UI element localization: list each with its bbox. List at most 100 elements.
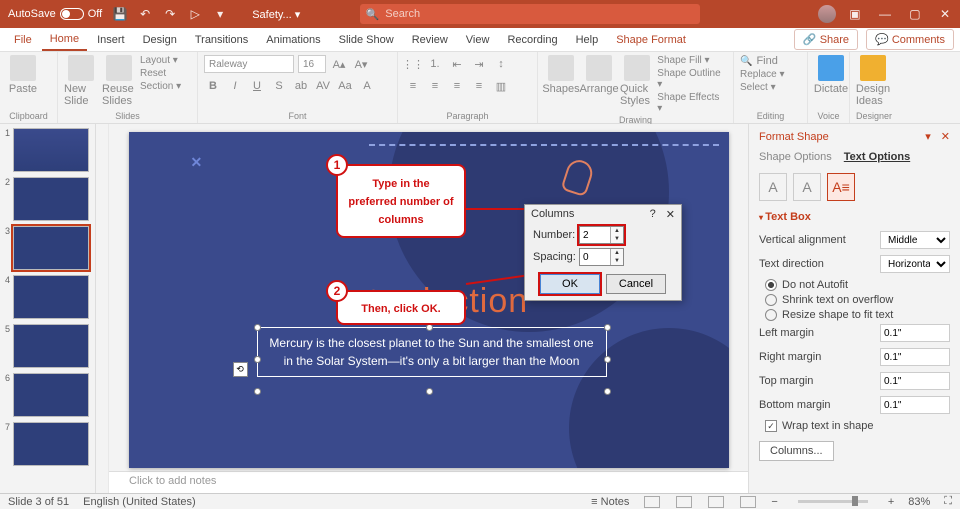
shape-outline-button[interactable]: Shape Outline ▾ [657, 68, 727, 90]
language-status[interactable]: English (United States) [83, 496, 196, 508]
valign-select[interactable]: Middle [880, 231, 950, 249]
reuse-slides-button[interactable]: Reuse Slides [102, 55, 136, 107]
slide-counter[interactable]: Slide 3 of 51 [8, 496, 69, 508]
tdir-select[interactable]: Horizontal [880, 255, 950, 273]
resize-handle[interactable] [426, 388, 433, 395]
spin-up-icon[interactable]: ▲ [611, 249, 623, 257]
arrange-button[interactable]: Arrange [582, 55, 616, 95]
rotate-handle-icon[interactable]: ⟲ [233, 362, 248, 377]
bullets-icon[interactable]: ⋮⋮ [404, 55, 422, 73]
tab-insert[interactable]: Insert [89, 30, 133, 50]
slide-body-textbox[interactable]: Mercury is the closest planet to the Sun… [257, 327, 607, 377]
spin-down-icon[interactable]: ▼ [611, 235, 623, 243]
slide-thumb-4[interactable] [13, 275, 89, 319]
zoom-level[interactable]: 83% [908, 496, 930, 508]
spacing-button[interactable]: AV [314, 77, 332, 95]
strike-button[interactable]: S [270, 77, 288, 95]
tab-transitions[interactable]: Transitions [187, 30, 256, 50]
tab-animations[interactable]: Animations [258, 30, 328, 50]
number-input[interactable] [580, 227, 610, 243]
autosave-toggle[interactable]: AutoSave Off [4, 6, 106, 22]
slide-thumb-7[interactable] [13, 422, 89, 466]
file-name[interactable]: Safety... ▾ [252, 8, 300, 21]
replace-button[interactable]: Replace ▾ [740, 69, 785, 80]
shadow-button[interactable]: ab [292, 77, 310, 95]
radio-no-autofit[interactable]: Do not Autofit [765, 279, 950, 291]
spin-down-icon[interactable]: ▼ [611, 257, 623, 265]
pane-close-icon[interactable]: ✕ [941, 130, 950, 143]
close-icon[interactable]: ✕ [934, 3, 956, 25]
reset-button[interactable]: Reset [140, 68, 181, 79]
pane-dropdown-icon[interactable]: ▾ [925, 130, 931, 143]
underline-button[interactable]: U [248, 77, 266, 95]
tab-shape-format[interactable]: Shape Format [608, 30, 694, 50]
zoom-out-button[interactable]: − [771, 496, 777, 508]
restore-icon[interactable]: ▢ [904, 3, 926, 25]
font-color-icon[interactable]: A [358, 77, 376, 95]
indent-dec-icon[interactable]: ⇤ [448, 55, 466, 73]
justify-icon[interactable]: ≡ [470, 77, 488, 95]
shapes-button[interactable]: Shapes [544, 55, 578, 95]
layout-button[interactable]: Layout ▾ [140, 55, 181, 66]
align-left-icon[interactable]: ≡ [404, 77, 422, 95]
radio-shrink[interactable]: Shrink text on overflow [765, 294, 950, 306]
align-right-icon[interactable]: ≡ [448, 77, 466, 95]
align-center-icon[interactable]: ≡ [426, 77, 444, 95]
resize-handle[interactable] [604, 356, 611, 363]
ok-button[interactable]: OK [540, 274, 600, 294]
select-button[interactable]: Select ▾ [740, 82, 785, 93]
new-slide-button[interactable]: New Slide [64, 55, 98, 107]
pane-tab-shape[interactable]: Shape Options [759, 151, 832, 163]
notes-pane[interactable]: Click to add notes [109, 471, 748, 493]
case-button[interactable]: Aa [336, 77, 354, 95]
columns-icon[interactable]: ▥ [492, 77, 510, 95]
spin-up-icon[interactable]: ▲ [611, 227, 623, 235]
columns-button[interactable]: Columns... [759, 441, 834, 461]
section-textbox[interactable]: Text Box [759, 211, 950, 223]
shape-fill-button[interactable]: Shape Fill ▾ [657, 55, 727, 66]
wrap-checkbox[interactable]: Wrap text in shape [765, 420, 950, 432]
textbox-icon[interactable]: A≡ [827, 173, 855, 201]
section-button[interactable]: Section ▾ [140, 81, 181, 92]
sorter-view-icon[interactable] [676, 496, 692, 508]
increase-font-icon[interactable]: A▴ [330, 55, 348, 73]
cancel-button[interactable]: Cancel [606, 274, 666, 294]
undo-icon[interactable]: ↶ [134, 3, 156, 25]
number-spinner[interactable]: ▲▼ [579, 226, 624, 244]
tab-slideshow[interactable]: Slide Show [331, 30, 402, 50]
dictate-button[interactable]: Dictate [814, 55, 848, 95]
italic-button[interactable]: I [226, 77, 244, 95]
tab-design[interactable]: Design [135, 30, 185, 50]
thumbnail-scrollbar[interactable] [96, 124, 109, 493]
find-button[interactable]: 🔍 Find [740, 55, 785, 67]
right-margin-input[interactable] [880, 348, 950, 366]
design-ideas-button[interactable]: Design Ideas [856, 55, 890, 107]
slide-thumb-6[interactable] [13, 373, 89, 417]
normal-view-icon[interactable] [644, 496, 660, 508]
radio-resize[interactable]: Resize shape to fit text [765, 309, 950, 321]
quick-styles-button[interactable]: Quick Styles [620, 55, 653, 107]
top-margin-input[interactable] [880, 372, 950, 390]
slideshow-view-icon[interactable] [740, 496, 756, 508]
tab-review[interactable]: Review [404, 30, 456, 50]
decrease-font-icon[interactable]: A▾ [352, 55, 370, 73]
resize-handle[interactable] [604, 388, 611, 395]
indent-inc-icon[interactable]: ⇥ [470, 55, 488, 73]
window-box-icon[interactable]: ▣ [844, 3, 866, 25]
dialog-close-icon[interactable]: ✕ [666, 208, 675, 221]
tab-help[interactable]: Help [568, 30, 607, 50]
line-spacing-icon[interactable]: ↕ [492, 55, 510, 73]
resize-handle[interactable] [604, 324, 611, 331]
tab-home[interactable]: Home [42, 29, 87, 51]
resize-handle[interactable] [254, 356, 261, 363]
numbering-icon[interactable]: 1. [426, 55, 444, 73]
qat-customize-icon[interactable]: ▾ [209, 3, 231, 25]
font-family-input[interactable] [204, 55, 294, 73]
font-size-input[interactable] [298, 55, 326, 73]
spacing-input[interactable] [580, 249, 610, 265]
resize-handle[interactable] [426, 324, 433, 331]
redo-icon[interactable]: ↷ [159, 3, 181, 25]
tab-recording[interactable]: Recording [499, 30, 565, 50]
shape-effects-button[interactable]: Shape Effects ▾ [657, 92, 727, 114]
reading-view-icon[interactable] [708, 496, 724, 508]
